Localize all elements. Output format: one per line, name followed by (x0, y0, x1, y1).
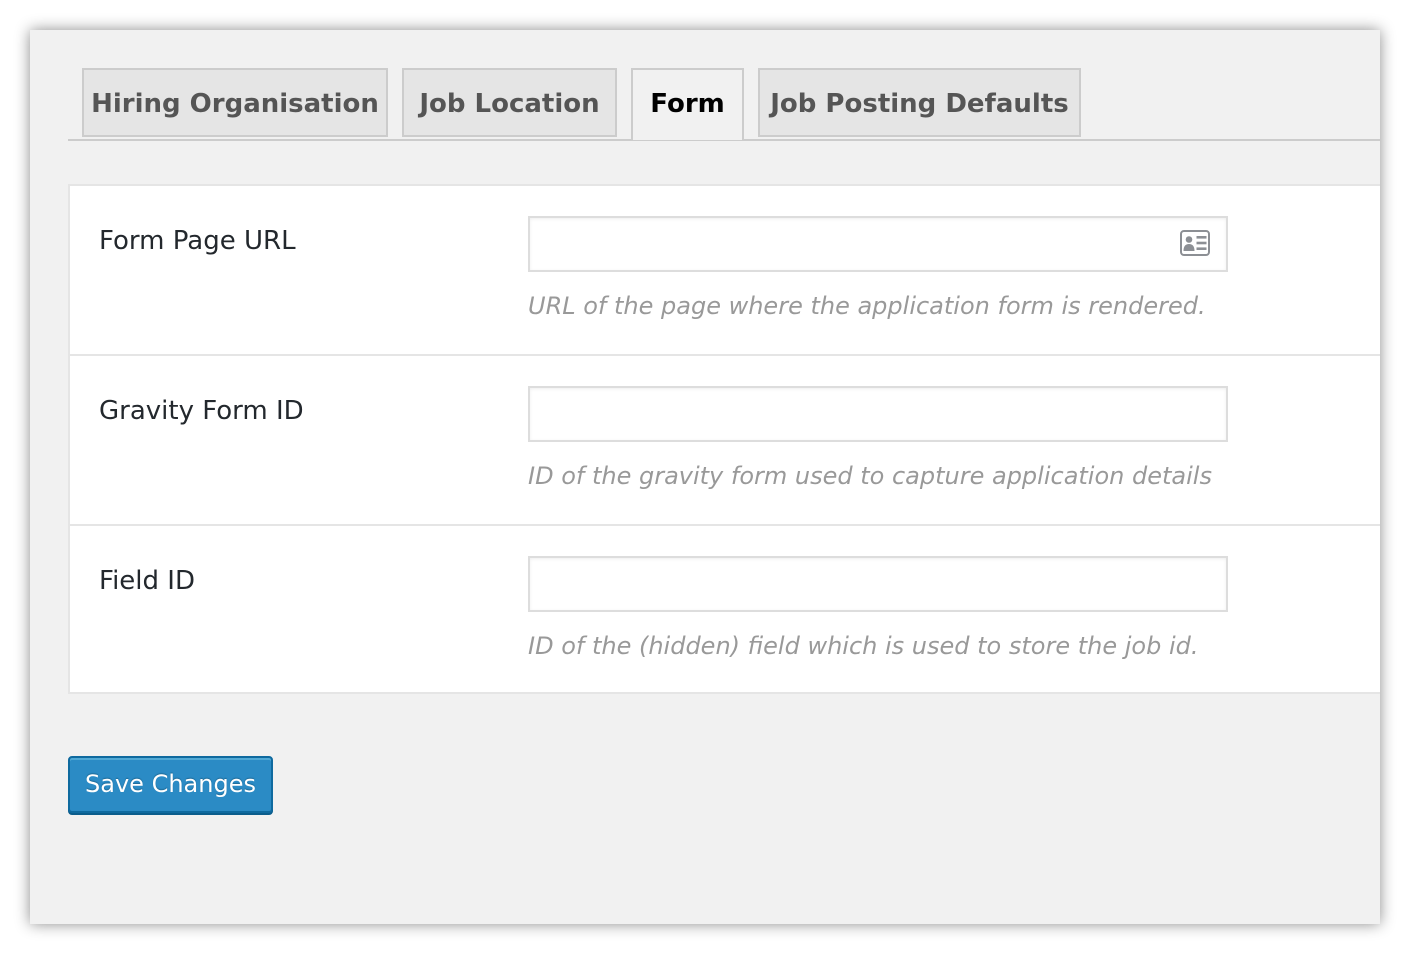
tab-form[interactable]: Form (631, 68, 744, 140)
tab-bar: Hiring Organisation Job Location Form Jo… (68, 68, 1380, 141)
gravity-form-id-row: Gravity Form ID ID of the gravity form u… (70, 356, 1380, 526)
save-changes-button[interactable]: Save Changes (68, 756, 273, 813)
form-page-url-label: Form Page URL (99, 226, 296, 256)
tab-job-posting-defaults[interactable]: Job Posting Defaults (758, 68, 1081, 137)
form-page-url-description: URL of the page where the application fo… (528, 292, 1206, 320)
field-id-row: Field ID ID of the (hidden) field which … (70, 526, 1380, 696)
gravity-form-id-description: ID of the gravity form used to capture a… (528, 462, 1212, 490)
field-id-label: Field ID (99, 566, 195, 596)
gravity-form-id-input[interactable] (528, 386, 1228, 442)
tab-job-location[interactable]: Job Location (402, 68, 617, 137)
gravity-form-id-label: Gravity Form ID (99, 396, 304, 426)
form-page-url-input[interactable] (528, 216, 1228, 272)
field-id-description: ID of the (hidden) field which is used t… (528, 632, 1199, 660)
field-id-input[interactable] (528, 556, 1228, 612)
tab-hiring-organisation[interactable]: Hiring Organisation (82, 68, 388, 137)
form-settings-table: Form Page URL URL of the page where the … (68, 184, 1380, 694)
contact-card-icon[interactable] (1180, 230, 1210, 256)
form-page-url-row: Form Page URL URL of the page where the … (70, 186, 1380, 356)
settings-panel: Hiring Organisation Job Location Form Jo… (30, 30, 1380, 924)
